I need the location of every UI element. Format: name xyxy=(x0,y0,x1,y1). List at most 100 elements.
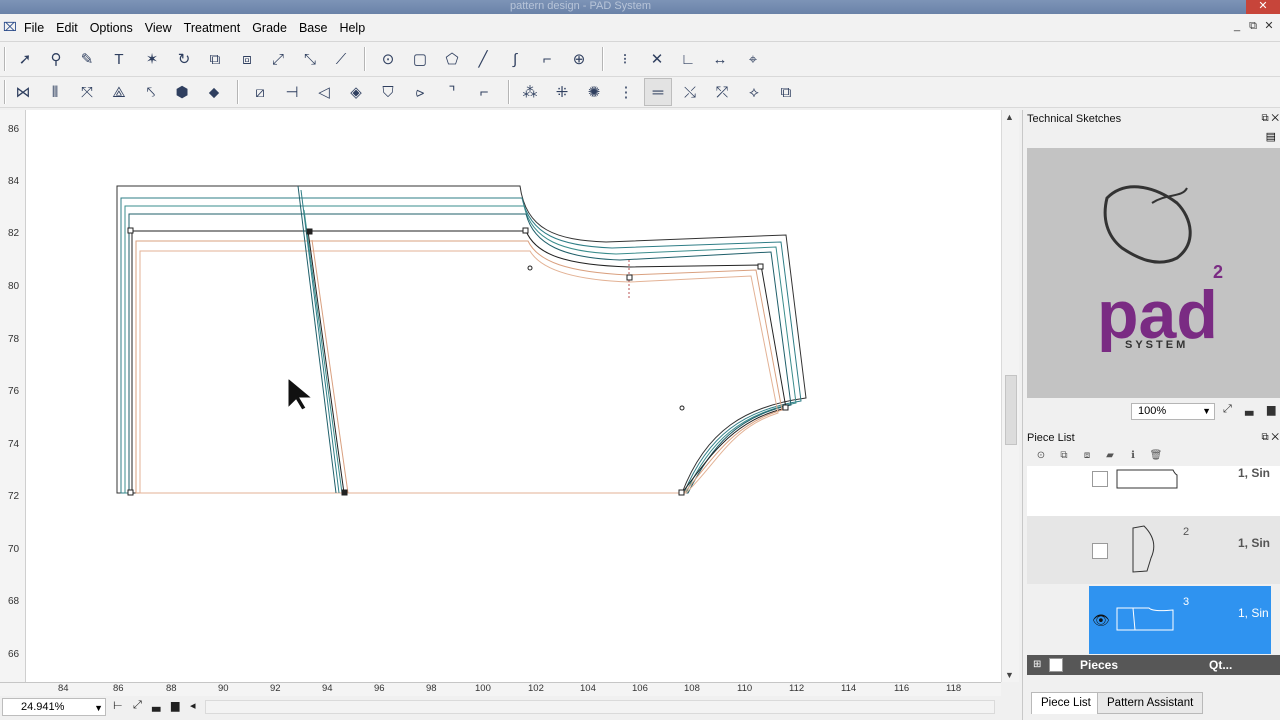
angle-tool-icon[interactable]: ∟ xyxy=(674,45,702,73)
zoom-icon[interactable]: ⚲ xyxy=(42,45,70,73)
ruler-label: 68 xyxy=(8,596,20,607)
grade-alt-icon[interactable]: ⤱ xyxy=(708,78,736,106)
grade-nest-icon[interactable]: ⋮ xyxy=(612,78,640,106)
window-close-button[interactable]: ✕ xyxy=(1246,0,1280,14)
scroll-left-icon[interactable]: ◂ xyxy=(190,699,196,712)
pieces-select-all-checkbox[interactable] xyxy=(1049,658,1063,672)
chevron-down-icon[interactable]: ▼ xyxy=(1202,404,1211,419)
menu-help[interactable]: Help xyxy=(333,14,371,42)
quantity-column-header[interactable]: Qt... xyxy=(1209,655,1232,675)
select-arrow-icon[interactable]: ➚ xyxy=(11,45,39,73)
rectangle-tool-icon[interactable]: ▢ xyxy=(406,45,434,73)
expand-icon[interactable]: ⊞ xyxy=(1033,655,1041,675)
point-tool-icon[interactable]: ✶ xyxy=(138,45,166,73)
pleat-icon[interactable]: ⬢ xyxy=(168,78,196,106)
piece-row[interactable]: 2 1, Sin xyxy=(1027,516,1280,584)
notch-tool-icon[interactable]: ⌐ xyxy=(533,45,561,73)
chevron-down-icon[interactable]: ▼ xyxy=(94,700,103,716)
zoom-out-icon[interactable]: ▃ xyxy=(152,699,160,712)
seam-icon[interactable]: ⟁ xyxy=(105,78,133,106)
technical-sketch-viewer[interactable]: pad 2 SYSTEM xyxy=(1027,148,1280,398)
panel-pin-icon[interactable]: ⧉ ✕ xyxy=(1261,429,1279,447)
grade-rule-icon[interactable]: ⋈ xyxy=(9,78,37,106)
circle-tool-icon[interactable]: ⊙ xyxy=(374,45,402,73)
sketch-zoom-field[interactable]: 100% ▼ xyxy=(1131,403,1215,420)
move-point-icon[interactable]: ↔ xyxy=(706,45,734,73)
point-insert-icon[interactable]: ⁝ xyxy=(611,45,639,73)
gradient-icon[interactable]: ⟡ xyxy=(740,78,768,106)
open-folder-icon[interactable]: ▰ xyxy=(1102,450,1118,461)
trace-icon[interactable]: ⌖ xyxy=(739,45,767,73)
fit-all-icon[interactable]: ⤢ xyxy=(133,699,142,712)
eye-icon[interactable]: 👁 xyxy=(1092,612,1110,629)
shield-tool-icon[interactable]: ⛉ xyxy=(374,78,402,106)
corner-icon[interactable]: ⪧ xyxy=(406,78,434,106)
zoom-level-field[interactable]: 24.941% ▼ xyxy=(2,698,106,716)
arrow-left-icon[interactable]: ◁ xyxy=(310,78,338,106)
match-icon[interactable]: ✺ xyxy=(580,78,608,106)
menu-options[interactable]: Options xyxy=(84,14,139,42)
app-system-icon[interactable]: ⌧ xyxy=(3,20,17,34)
split-icon[interactable]: ⤡ xyxy=(296,45,324,73)
panel-pin-icon[interactable]: ⧉ ✕ xyxy=(1261,110,1279,128)
line-tool-icon[interactable]: ╱ xyxy=(469,45,497,73)
text-tool-icon[interactable]: T xyxy=(105,45,133,73)
sketch-menu-icon[interactable]: ▤ xyxy=(1266,130,1276,143)
corner-curve-icon[interactable]: ⌐ xyxy=(470,78,498,106)
rotate-icon[interactable]: ↻ xyxy=(170,45,198,73)
grade-scale-icon[interactable]: ⤧ xyxy=(73,78,101,106)
dart-icon[interactable]: ⤣ xyxy=(137,78,165,106)
info-icon[interactable]: ℹ xyxy=(1125,450,1141,461)
scroll-down-icon[interactable]: ▼ xyxy=(1005,670,1014,680)
polygon-tool-icon[interactable]: ⬠ xyxy=(438,45,466,73)
tab-piece-list[interactable]: Piece List xyxy=(1031,692,1101,714)
menu-file[interactable]: File xyxy=(18,14,50,42)
parallel-icon[interactable]: ═ xyxy=(644,78,672,106)
menu-grade[interactable]: Grade xyxy=(246,14,293,42)
mirror-icon[interactable]: ⟋ xyxy=(327,45,355,73)
close-doc-button[interactable]: ✕ xyxy=(1262,19,1276,33)
measure-icon[interactable]: ⤯ xyxy=(676,78,704,106)
grade-copy-icon[interactable]: ⦀ xyxy=(41,78,69,106)
menu-view[interactable]: View xyxy=(139,14,178,42)
menu-treatment[interactable]: Treatment xyxy=(178,14,247,42)
piece-copy-icon[interactable]: ⧉ xyxy=(1056,450,1072,461)
menu-base[interactable]: Base xyxy=(293,14,334,42)
sketch-zoom-out-icon[interactable]: ▃ xyxy=(1245,403,1253,416)
sketch-fit-icon[interactable]: ⤢ xyxy=(1223,403,1232,416)
piece-thumbnail[interactable] xyxy=(1089,516,1271,584)
zoom-in-icon[interactable]: ▆ xyxy=(171,699,179,712)
pattern-canvas[interactable] xyxy=(26,110,1001,682)
fit-width-icon[interactable]: ⊢ xyxy=(113,699,123,712)
box-tool-icon[interactable]: ⧄ xyxy=(246,78,274,106)
scale-icon[interactable]: ⤢ xyxy=(264,45,292,73)
stretch-icon[interactable]: ⊣ xyxy=(278,78,306,106)
menu-edit[interactable]: Edit xyxy=(50,14,84,42)
layer-icon[interactable]: ⧉ xyxy=(772,78,800,106)
restore-doc-button[interactable]: ⧉ xyxy=(1246,19,1260,33)
piece-add-icon[interactable]: ⊙ xyxy=(1033,450,1049,461)
pattern-drawing[interactable] xyxy=(26,110,1001,682)
diamond-tool-icon[interactable]: ◈ xyxy=(342,78,370,106)
curve-tool-icon[interactable]: ∫ xyxy=(501,45,529,73)
piece-thumbnail[interactable] xyxy=(1089,586,1271,654)
scroll-thumb[interactable] xyxy=(1005,375,1017,445)
fold-icon[interactable]: ⬥ xyxy=(200,78,228,106)
scroll-up-icon[interactable]: ▲ xyxy=(1005,112,1014,122)
canvas-horizontal-scrollbar[interactable] xyxy=(205,700,995,714)
piece-row-selected[interactable]: 👁 3 1, Sin xyxy=(1027,586,1280,654)
canvas-vertical-scrollbar[interactable]: ▲ ▼ xyxy=(1001,110,1019,682)
measure-ruler-icon[interactable]: ✎ xyxy=(73,45,101,73)
move-piece-icon[interactable]: ⧈ xyxy=(233,45,261,73)
piece-join-icon[interactable]: ⁜ xyxy=(548,78,576,106)
trash-icon[interactable]: 🗑 xyxy=(1148,450,1164,461)
arc-tool-icon[interactable]: ⌝ xyxy=(438,78,466,106)
copy-piece-icon[interactable]: ⧉ xyxy=(201,45,229,73)
nest-icon[interactable]: ⁂ xyxy=(516,78,544,106)
minimize-doc-button[interactable]: _ xyxy=(1230,19,1244,33)
globe-tool-icon[interactable]: ⊕ xyxy=(565,45,593,73)
piece-duplicate-icon[interactable]: ⧈ xyxy=(1079,450,1095,461)
tab-pattern-assistant[interactable]: Pattern Assistant xyxy=(1097,692,1204,714)
sketch-zoom-in-icon[interactable]: ▆ xyxy=(1267,403,1275,416)
point-delete-icon[interactable]: ✕ xyxy=(643,45,671,73)
